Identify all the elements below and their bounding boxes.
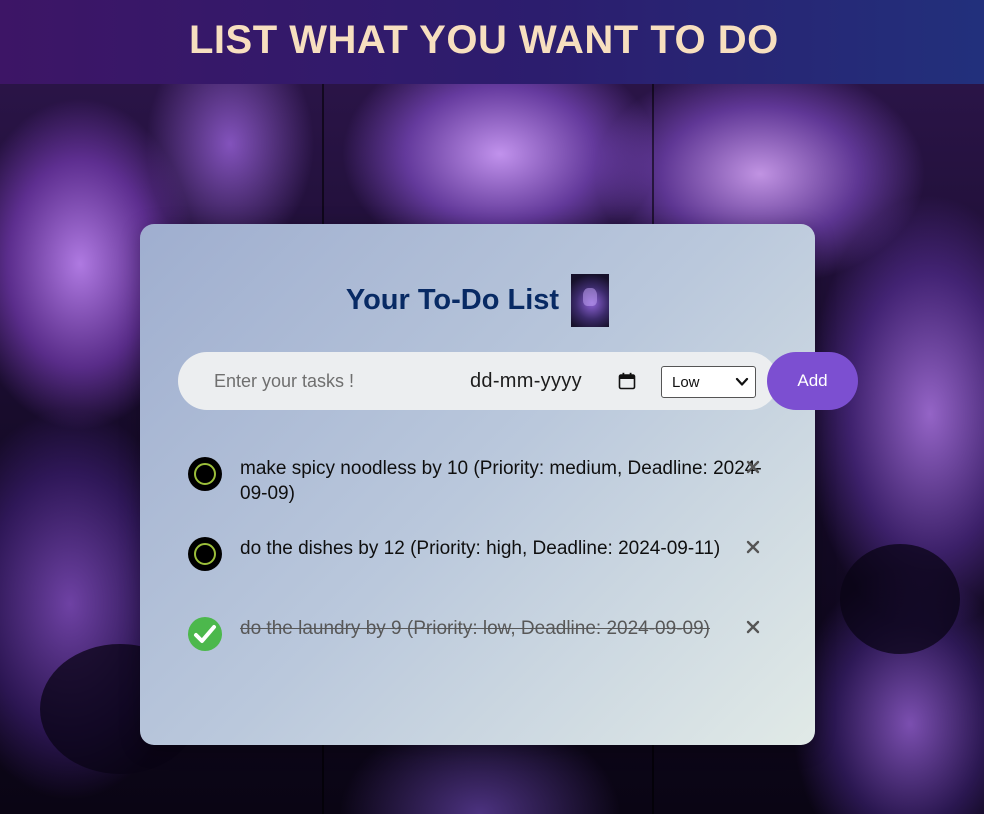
circle-icon[interactable] xyxy=(188,457,222,491)
todo-card: Your To-Do List dd-mm-yyyy Low xyxy=(140,224,858,745)
date-placeholder: dd-mm-yyyy xyxy=(470,369,582,392)
card-heading: Your To-Do List xyxy=(140,274,815,327)
task-text[interactable]: do the dishes by 12 (Priority: high, Dea… xyxy=(240,536,770,561)
card-title: Your To-Do List xyxy=(345,284,560,316)
close-icon[interactable] xyxy=(744,618,762,636)
priority-select[interactable]: Low xyxy=(661,366,756,398)
task-input[interactable] xyxy=(204,366,444,396)
deadline-date-input[interactable]: dd-mm-yyyy xyxy=(470,368,636,394)
task-text[interactable]: do the laundry by 9 (Priority: low, Dead… xyxy=(240,616,770,641)
calendar-icon[interactable] xyxy=(618,372,636,390)
close-icon[interactable] xyxy=(744,538,762,556)
avatar-image xyxy=(571,274,610,327)
task-entry-bar: dd-mm-yyyy Low xyxy=(178,352,778,410)
close-icon[interactable] xyxy=(744,458,762,476)
circle-icon[interactable] xyxy=(188,537,222,571)
page-title: LIST WHAT YOU WANT TO DO xyxy=(189,18,779,62)
task-text[interactable]: make spicy noodless by 10 (Priority: med… xyxy=(240,456,770,506)
check-icon[interactable] xyxy=(188,617,222,651)
page-header: LIST WHAT YOU WANT TO DO xyxy=(0,0,984,84)
add-task-button[interactable]: Add xyxy=(767,352,858,410)
background-shadow xyxy=(840,544,960,654)
chevron-down-icon xyxy=(735,377,749,387)
priority-selected-value: Low xyxy=(672,373,700,391)
